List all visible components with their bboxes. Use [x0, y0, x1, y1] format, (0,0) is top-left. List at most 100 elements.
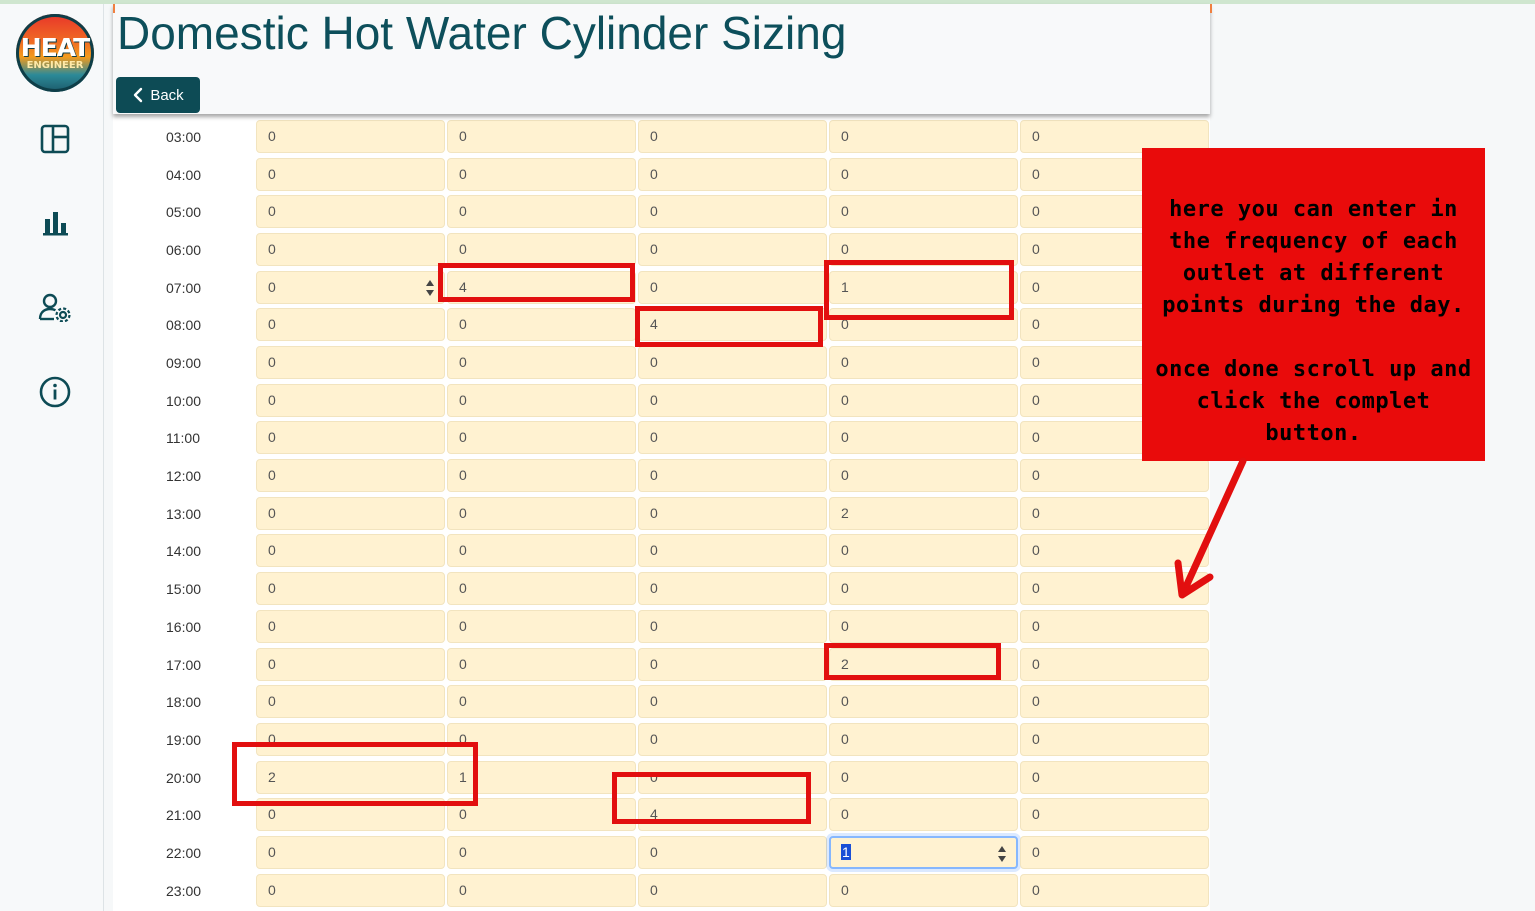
- sidebar-item-charts[interactable]: [36, 204, 74, 242]
- frequency-input[interactable]: 0: [638, 421, 827, 454]
- frequency-input[interactable]: 0: [829, 798, 1018, 831]
- frequency-input[interactable]: 0: [256, 384, 445, 417]
- frequency-input[interactable]: 0: [638, 346, 827, 379]
- frequency-input[interactable]: 0: [256, 497, 445, 530]
- frequency-input[interactable]: 0: [256, 459, 445, 492]
- frequency-input[interactable]: 0: [447, 120, 636, 153]
- frequency-input[interactable]: 0: [256, 233, 445, 266]
- spinner-up-icon[interactable]: [426, 280, 434, 286]
- frequency-input[interactable]: 0: [829, 384, 1018, 417]
- frequency-input[interactable]: 0: [256, 648, 445, 681]
- frequency-input[interactable]: 0: [447, 534, 636, 567]
- frequency-input[interactable]: 0: [829, 233, 1018, 266]
- spinner-down-icon[interactable]: [426, 290, 434, 296]
- frequency-input[interactable]: 0: [1020, 723, 1209, 756]
- heat-engineer-logo[interactable]: HEAT ENGINEER: [16, 14, 94, 92]
- frequency-input[interactable]: 0: [256, 610, 445, 643]
- frequency-input[interactable]: 1: [829, 836, 1018, 869]
- frequency-input[interactable]: 0: [1020, 685, 1209, 718]
- frequency-input[interactable]: 0: [256, 836, 445, 869]
- frequency-input[interactable]: 0: [638, 761, 827, 794]
- number-spinner[interactable]: [426, 280, 434, 296]
- frequency-input[interactable]: 0: [256, 572, 445, 605]
- frequency-input[interactable]: 0: [256, 685, 445, 718]
- frequency-input[interactable]: 0: [638, 384, 827, 417]
- frequency-input[interactable]: 0: [447, 836, 636, 869]
- frequency-input[interactable]: 0: [1020, 610, 1209, 643]
- frequency-input[interactable]: 0: [447, 195, 636, 228]
- frequency-input[interactable]: 0: [829, 685, 1018, 718]
- frequency-input[interactable]: 0: [447, 158, 636, 191]
- frequency-input[interactable]: 0: [638, 497, 827, 530]
- frequency-input[interactable]: 4: [638, 308, 827, 341]
- frequency-input[interactable]: 0: [829, 723, 1018, 756]
- frequency-input[interactable]: 0: [256, 798, 445, 831]
- frequency-input[interactable]: 0: [447, 723, 636, 756]
- frequency-input[interactable]: 0: [447, 874, 636, 907]
- frequency-input[interactable]: 1: [829, 271, 1018, 304]
- frequency-input[interactable]: 2: [829, 648, 1018, 681]
- frequency-input[interactable]: 0: [447, 346, 636, 379]
- frequency-input[interactable]: 0: [638, 723, 827, 756]
- frequency-input[interactable]: 0: [638, 610, 827, 643]
- frequency-input[interactable]: 0: [256, 195, 445, 228]
- frequency-input[interactable]: 0: [638, 271, 827, 304]
- frequency-input[interactable]: 0: [829, 459, 1018, 492]
- frequency-input[interactable]: 0: [638, 195, 827, 228]
- frequency-input[interactable]: 0: [447, 421, 636, 454]
- sidebar-item-settings[interactable]: [36, 288, 74, 326]
- frequency-input[interactable]: 0: [256, 346, 445, 379]
- frequency-input[interactable]: 0: [447, 459, 636, 492]
- frequency-input[interactable]: 2: [256, 761, 445, 794]
- number-spinner[interactable]: [998, 846, 1006, 862]
- frequency-input[interactable]: 0: [256, 874, 445, 907]
- frequency-input[interactable]: 0: [638, 572, 827, 605]
- frequency-input[interactable]: 0: [829, 308, 1018, 341]
- frequency-input[interactable]: 0: [638, 648, 827, 681]
- frequency-input[interactable]: 0: [447, 685, 636, 718]
- frequency-input[interactable]: 0: [829, 874, 1018, 907]
- sidebar-item-dashboard[interactable]: [36, 120, 74, 158]
- frequency-input[interactable]: 0: [638, 158, 827, 191]
- frequency-input[interactable]: 0: [447, 308, 636, 341]
- frequency-input[interactable]: 0: [829, 610, 1018, 643]
- frequency-input[interactable]: 0: [638, 120, 827, 153]
- frequency-input[interactable]: 0: [447, 648, 636, 681]
- frequency-input[interactable]: 4: [447, 271, 636, 304]
- frequency-input[interactable]: 0: [256, 271, 445, 304]
- frequency-input[interactable]: 0: [638, 534, 827, 567]
- frequency-input[interactable]: 4: [638, 798, 827, 831]
- sidebar-item-info[interactable]: [36, 373, 74, 411]
- frequency-input[interactable]: 0: [447, 572, 636, 605]
- frequency-input[interactable]: 0: [829, 120, 1018, 153]
- frequency-input[interactable]: 0: [638, 459, 827, 492]
- frequency-input[interactable]: 0: [256, 308, 445, 341]
- frequency-input[interactable]: 0: [1020, 836, 1209, 869]
- frequency-input[interactable]: 0: [256, 723, 445, 756]
- frequency-input[interactable]: 0: [638, 836, 827, 869]
- frequency-input[interactable]: 0: [447, 798, 636, 831]
- frequency-input[interactable]: 0: [829, 195, 1018, 228]
- frequency-input[interactable]: 0: [638, 233, 827, 266]
- frequency-input[interactable]: 0: [447, 233, 636, 266]
- frequency-input[interactable]: 0: [1020, 648, 1209, 681]
- frequency-input[interactable]: 0: [638, 874, 827, 907]
- frequency-input[interactable]: 0: [256, 421, 445, 454]
- frequency-input[interactable]: 0: [829, 572, 1018, 605]
- frequency-input[interactable]: 0: [256, 158, 445, 191]
- frequency-input[interactable]: 0: [638, 685, 827, 718]
- spinner-up-icon[interactable]: [998, 846, 1006, 852]
- frequency-input[interactable]: 0: [447, 610, 636, 643]
- frequency-input[interactable]: 0: [829, 346, 1018, 379]
- frequency-input[interactable]: 1: [447, 761, 636, 794]
- frequency-input[interactable]: 0: [256, 120, 445, 153]
- frequency-input[interactable]: 0: [829, 421, 1018, 454]
- frequency-input[interactable]: 0: [256, 534, 445, 567]
- frequency-input[interactable]: 0: [829, 158, 1018, 191]
- frequency-input[interactable]: 0: [447, 497, 636, 530]
- frequency-input[interactable]: 0: [1020, 761, 1209, 794]
- frequency-input[interactable]: 0: [829, 534, 1018, 567]
- frequency-input[interactable]: 0: [829, 761, 1018, 794]
- frequency-input[interactable]: 0: [1020, 874, 1209, 907]
- frequency-input[interactable]: 2: [829, 497, 1018, 530]
